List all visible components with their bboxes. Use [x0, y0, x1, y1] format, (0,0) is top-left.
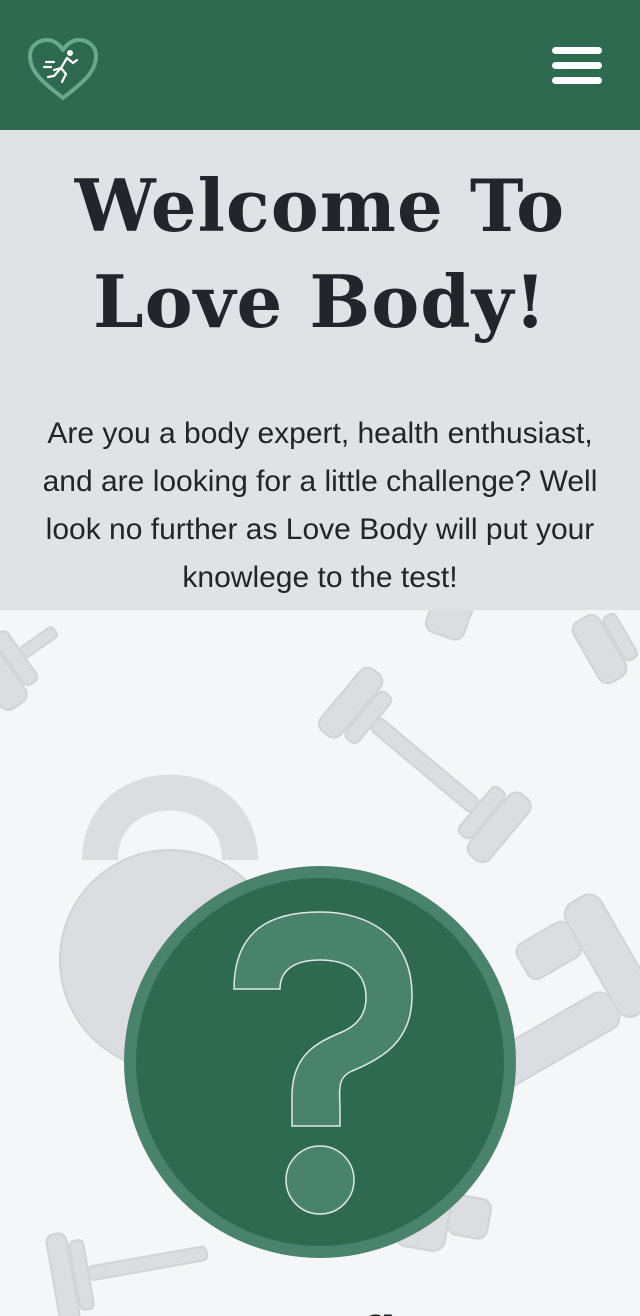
quiz-section: Test your fitness: [0, 610, 640, 1316]
page: Welcome To Love Body! Are you a body exp…: [0, 0, 640, 1316]
question-mark-icon: [124, 866, 516, 1258]
quiz-heading: Test your fitness: [0, 1296, 640, 1316]
hamburger-menu-button[interactable]: [552, 44, 602, 88]
menu-bar: [552, 62, 602, 69]
welcome-section: Welcome To Love Body! Are you a body exp…: [0, 130, 640, 610]
menu-bar: [552, 47, 602, 54]
welcome-description: Are you a body expert, health enthusiast…: [42, 417, 598, 594]
heart-runner-logo-icon[interactable]: [26, 36, 100, 102]
site-header: [0, 0, 640, 130]
page-title: Welcome To Love Body!: [74, 163, 566, 344]
menu-bar: [552, 77, 602, 84]
quiz-start-button[interactable]: [122, 864, 518, 1260]
